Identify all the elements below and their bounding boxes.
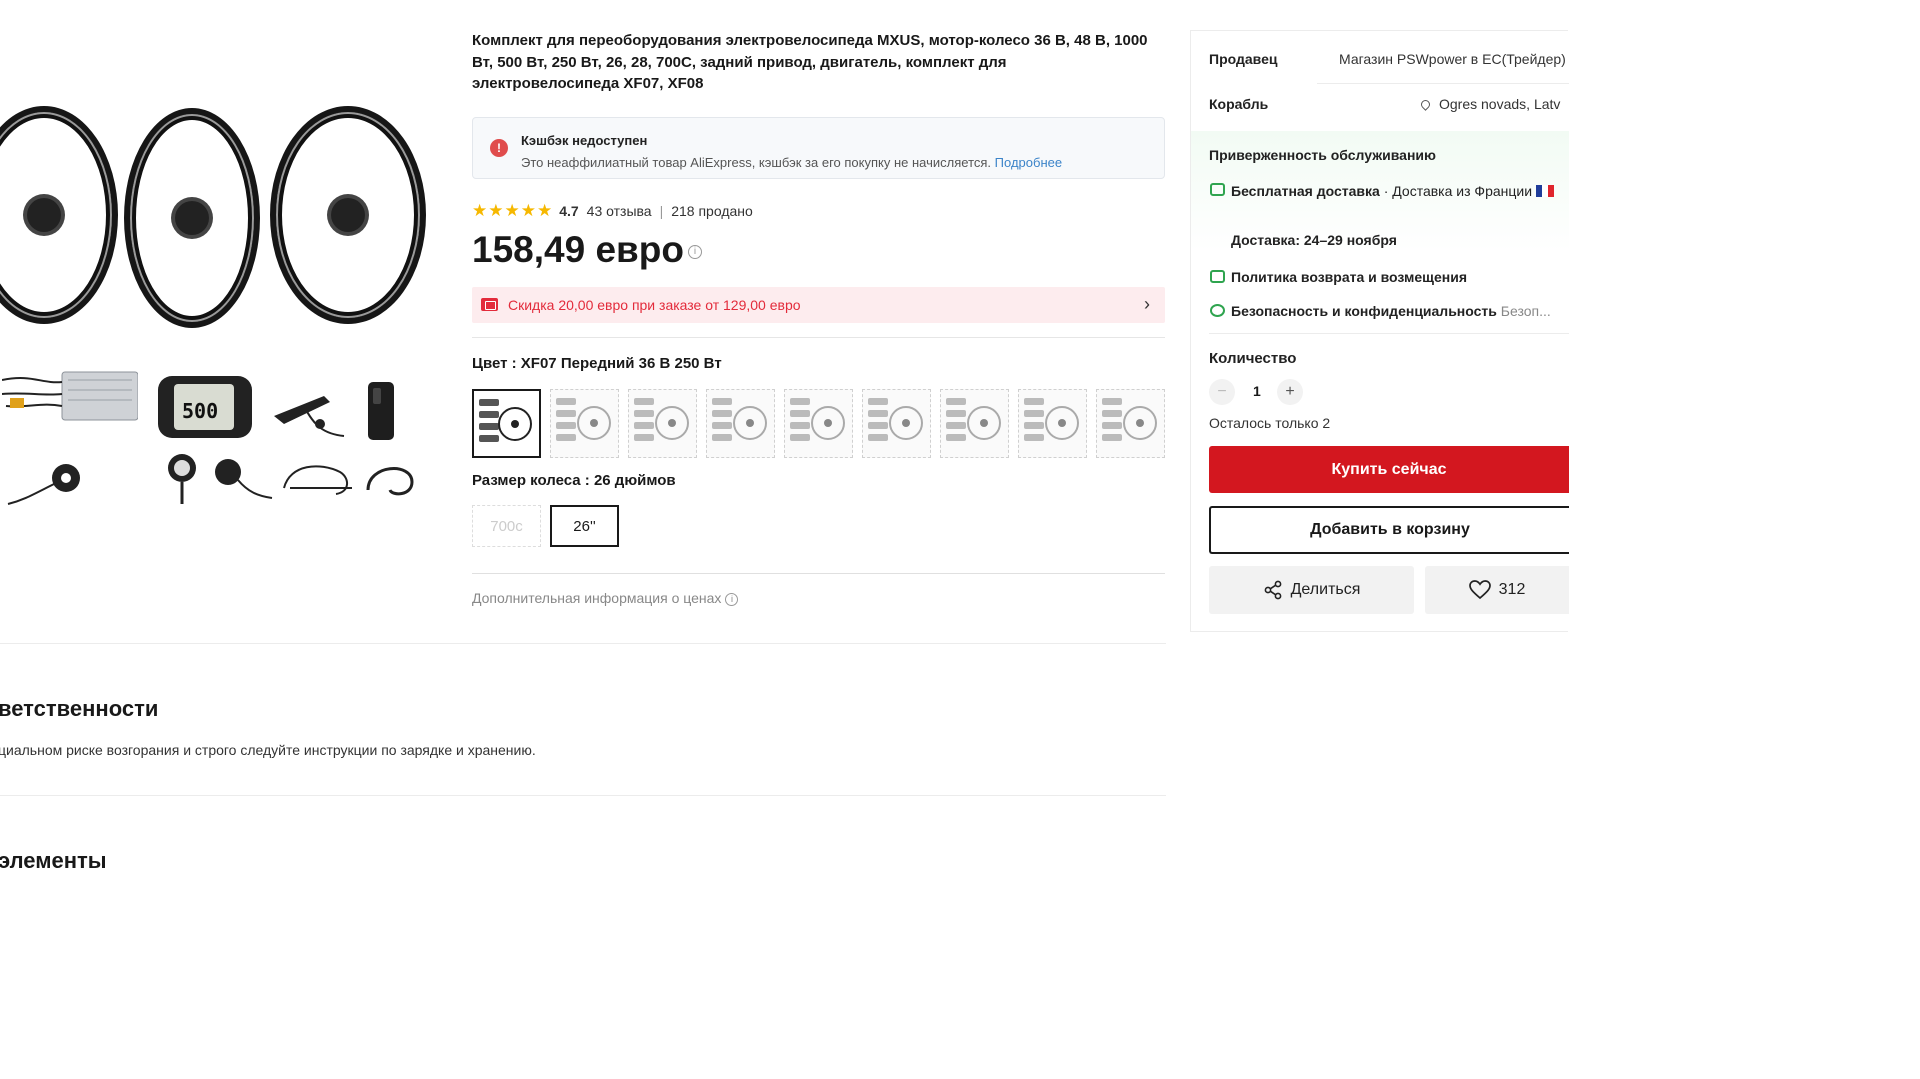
seller-label: Продавец <box>1209 51 1278 67</box>
sold-count: 218 продано <box>671 203 753 219</box>
heart-icon <box>1468 580 1491 600</box>
extra-price-info[interactable]: Дополнительная информация о ценах i <box>472 590 739 606</box>
return-icon <box>1210 270 1225 283</box>
headlight-image <box>160 450 204 506</box>
coupon-icon <box>481 298 498 311</box>
ship-location[interactable]: Ogres novads, Latv <box>1419 96 1561 112</box>
reviews-link[interactable]: 43 отзыва <box>587 203 652 219</box>
color-swatch[interactable] <box>706 389 775 458</box>
shipping-info: Бесплатная доставка · Доставка из Франци… <box>1231 180 1561 202</box>
divider <box>1209 333 1569 334</box>
discount-text: Скидка 20,00 евро при заказе от 129,00 е… <box>508 297 801 313</box>
wishlist-button[interactable]: 312 <box>1425 566 1569 614</box>
elements-section-title: элементы <box>0 848 107 873</box>
controller-image <box>1 360 139 430</box>
divider <box>0 643 1166 644</box>
color-swatch[interactable] <box>784 389 853 458</box>
color-swatch[interactable] <box>862 389 931 458</box>
wishlist-count: 312 <box>1498 581 1526 598</box>
responsibility-section-text: циальном риске возгорания и строго следу… <box>0 742 536 758</box>
divider <box>1317 83 1569 84</box>
extra-price-info-text: Дополнительная информация о ценах <box>472 590 722 606</box>
rating-stars-icon: ★★★★★ <box>472 201 554 220</box>
ship-label: Корабль <box>1209 96 1269 112</box>
return-policy[interactable]: Политика возврата и возмещения <box>1231 266 1467 288</box>
pas-sensor-image <box>4 460 90 510</box>
color-swatch[interactable] <box>628 389 697 458</box>
buy-now-button[interactable]: Купить сейчас <box>1209 446 1569 493</box>
add-to-cart-button[interactable]: Добавить в корзину <box>1209 506 1569 554</box>
ship-location-text: Ogres novads, Latv <box>1439 96 1561 112</box>
chevron-right-icon: › <box>1144 294 1150 314</box>
cashback-text: Это неаффилиатный товар AliExpress, кэшб… <box>521 155 1062 170</box>
share-label: Делиться <box>1290 581 1361 598</box>
color-swatch[interactable] <box>1018 389 1087 458</box>
seller-row: Продавец Магазин PSWpower в ЕС(Трейдер) <box>1209 51 1566 67</box>
divider <box>472 573 1165 574</box>
color-label: Цвет : XF07 Передний 36 В 250 Вт <box>472 355 722 372</box>
svg-text:500: 500 <box>182 399 218 423</box>
stock-remaining: Осталось только 2 <box>1209 415 1331 431</box>
divider <box>472 337 1165 338</box>
color-swatch[interactable] <box>940 389 1009 458</box>
divider <box>0 795 1166 796</box>
cashback-heading: Кэшбэк недоступен <box>521 133 648 148</box>
wheel-size-label: Размер колеса : 26 дюймов <box>472 472 676 489</box>
wheel-size-options: 700c 26'' <box>472 505 619 547</box>
dot-separator: · <box>1383 183 1393 199</box>
discount-banner[interactable]: Скидка 20,00 евро при заказе от 129,00 е… <box>472 287 1165 323</box>
shield-check-icon <box>1210 304 1225 317</box>
product-image-gallery[interactable]: 500 <box>0 60 440 530</box>
size-option-26[interactable]: 26'' <box>550 505 619 547</box>
quantity-value[interactable]: 1 <box>1253 383 1261 399</box>
cashback-notice: ! Кэшбэк недоступен Это неаффилиатный то… <box>472 117 1165 179</box>
ship-from-text: Доставка из Франции <box>1392 183 1533 199</box>
wheel-image-3 <box>270 106 426 324</box>
location-pin-icon <box>1419 98 1432 111</box>
rating-row: ★★★★★ 4.7 43 отзыва | 218 продано <box>472 201 753 221</box>
extension-cable-image <box>362 456 418 506</box>
guarantee-title: Приверженность обслуживанию <box>1209 147 1436 163</box>
truck-icon <box>1210 183 1225 196</box>
brake-lever-image <box>264 376 350 442</box>
throttle-image <box>208 452 274 508</box>
delivery-date-text: Доставка: 24–29 ноября <box>1231 232 1397 248</box>
purchase-panel: Продавец Магазин PSWpower в ЕС(Трейдер) … <box>1190 30 1569 632</box>
price-info-icon[interactable]: i <box>687 245 702 260</box>
responsibility-section-title: ветственности <box>0 696 159 721</box>
color-swatch[interactable] <box>550 389 619 458</box>
battery-mount-image <box>364 378 400 444</box>
seller-name-link[interactable]: Магазин PSWpower в ЕС(Трейдер) <box>1339 51 1566 67</box>
rating-separator: | <box>659 203 664 219</box>
quantity-label: Количество <box>1209 350 1297 367</box>
cable-harness-image <box>280 458 356 504</box>
color-swatches <box>472 389 1165 458</box>
product-title: Комплект для переоборудования электровел… <box>472 32 1148 92</box>
security-privacy[interactable]: Безопасность и конфиденциальность Безоп.… <box>1231 300 1551 322</box>
security-more-text: Безоп... <box>1500 303 1551 319</box>
wheel-image-2 <box>124 108 260 328</box>
quantity-increase-button[interactable]: + <box>1277 379 1303 405</box>
france-flag-icon <box>1535 183 1554 199</box>
lcd-display-image: 500 <box>158 374 254 440</box>
quantity-decrease-button[interactable]: − <box>1209 379 1235 405</box>
alert-icon: ! <box>490 139 508 157</box>
info-icon: i <box>725 592 739 606</box>
cashback-more-link[interactable]: Подробнее <box>995 155 1062 170</box>
wheel-image-1 <box>0 106 118 324</box>
share-button[interactable]: Делиться <box>1209 566 1414 614</box>
color-swatch[interactable] <box>472 389 541 458</box>
share-icon <box>1264 580 1281 600</box>
security-text: Безопасность и конфиденциальность <box>1231 303 1497 319</box>
color-swatch[interactable] <box>1096 389 1165 458</box>
price-value: 158,49 евро <box>472 229 684 270</box>
ship-to-row: Корабль Ogres novads, Latv <box>1209 96 1560 112</box>
product-price: 158,49 евро i <box>472 229 702 271</box>
rating-score: 4.7 <box>559 203 579 219</box>
delivery-date: Доставка: 24–29 ноября <box>1231 229 1397 251</box>
size-option-700c[interactable]: 700c <box>472 505 541 547</box>
free-shipping-label: Бесплатная доставка <box>1231 183 1380 199</box>
cashback-message: Это неаффилиатный товар AliExpress, кэшб… <box>521 155 992 170</box>
return-policy-text: Политика возврата и возмещения <box>1231 269 1468 285</box>
